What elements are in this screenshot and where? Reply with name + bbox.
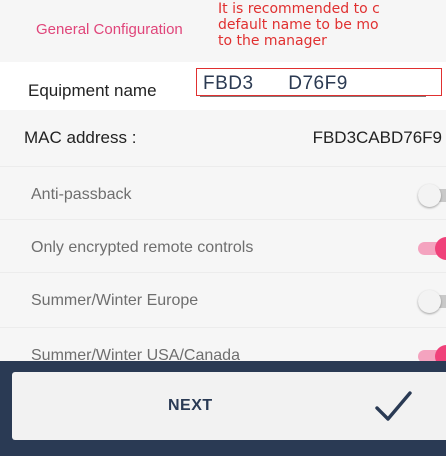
option-row-summer-winter-europe: Summer/Winter Europe bbox=[0, 272, 446, 328]
mac-address-row: MAC address : FBD3CABD76F9 bbox=[0, 110, 446, 166]
toggle-thumb bbox=[435, 236, 446, 260]
option-row-anti-passback: Anti-passback bbox=[0, 166, 446, 222]
option-label: Summer/Winter Europe bbox=[31, 291, 199, 309]
footer-bar: NEXT bbox=[0, 361, 446, 456]
section-title: General Configuration bbox=[36, 21, 183, 38]
equipment-name-label: Equipment name bbox=[28, 81, 157, 100]
option-label: Anti-passback bbox=[31, 185, 132, 203]
config-screen: General Configuration Equipment name FBD… bbox=[0, 0, 446, 456]
annotation-highlight-box bbox=[196, 68, 442, 96]
toggle-thumb bbox=[418, 183, 441, 207]
checkmark-icon bbox=[375, 391, 412, 421]
encrypted-remotes-toggle[interactable] bbox=[418, 236, 446, 260]
annotation-note: It is recommended to c default name to b… bbox=[218, 1, 380, 49]
mac-address-label: MAC address : bbox=[24, 128, 137, 147]
toggle-thumb bbox=[418, 289, 441, 313]
option-label: Only encrypted remote controls bbox=[31, 238, 254, 256]
option-row-encrypted-remotes: Only encrypted remote controls bbox=[0, 219, 446, 275]
mac-address-value: FBD3CABD76F9 bbox=[312, 128, 442, 147]
anti-passback-toggle[interactable] bbox=[418, 183, 446, 207]
summer-winter-europe-toggle[interactable] bbox=[418, 289, 446, 313]
next-button[interactable]: NEXT bbox=[12, 372, 446, 440]
next-button-label: NEXT bbox=[168, 397, 213, 414]
